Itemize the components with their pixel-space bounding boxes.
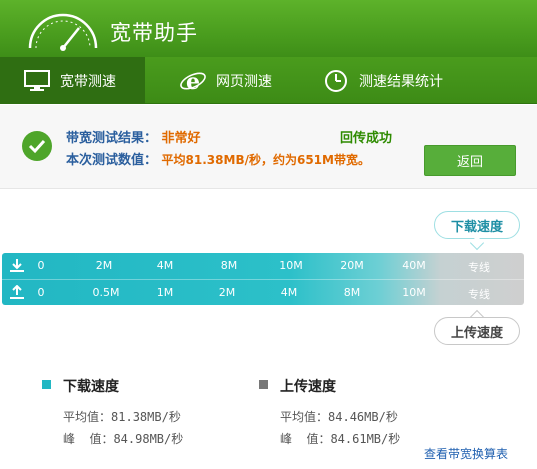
check-icon (22, 131, 52, 161)
download-avg: 平均值：81.38MB/秒 (63, 408, 181, 425)
tab-label: 宽带测速 (60, 73, 116, 90)
value-label: 本次测试数值： (66, 153, 158, 168)
clock-icon (321, 66, 351, 96)
download-scale-row: 0 2M 4M 8M 10M 20M 40M 专线 (2, 253, 524, 279)
upload-legend-swatch (259, 380, 268, 389)
upload-tick: 0.5M (92, 286, 120, 299)
download-tick: 8M (220, 259, 238, 272)
upload-tick: 1M (156, 286, 174, 299)
result-line-2: 本次测试数值： 平均81.38MB/秒，约为651M带宽。 (66, 149, 370, 168)
download-tick: 0 (37, 259, 45, 272)
peak-label: 峰 值： (280, 432, 331, 446)
ie-browser-icon: e (178, 66, 208, 96)
tab-speed-result-stats[interactable]: 测速结果统计 (321, 57, 443, 104)
avg-value: 84.46MB/秒 (328, 410, 398, 424)
speed-scale: 0 2M 4M 8M 10M 20M 40M 专线 0 0.5M 1M 2M 4… (2, 253, 524, 305)
upload-icon (10, 285, 24, 299)
download-icon (10, 259, 24, 272)
peak-value: 84.98MB/秒 (113, 432, 184, 446)
download-tick: 4M (156, 259, 174, 272)
result-line-1: 带宽测试结果： 非常好 (66, 127, 201, 146)
upload-tick: 8M (343, 286, 361, 299)
upload-speed-bubble: 上传速度 (434, 317, 520, 345)
download-speed-bubble: 下载速度 (434, 211, 520, 239)
download-tick: 20M (340, 259, 364, 272)
tab-web-speed-test[interactable]: e 网页测速 (178, 57, 272, 104)
download-tick: 专线 (468, 261, 490, 274)
bandwidth-conversion-link[interactable]: 查看带宽换算表 (424, 445, 508, 462)
main-nav: 宽带测速 e 网页测速 测速结果统计 (0, 57, 537, 104)
tab-label: 网页测速 (216, 73, 272, 90)
upload-peak: 峰 值：84.61MB/秒 (280, 430, 400, 447)
peak-label: 峰 值： (63, 432, 114, 446)
download-peak: 峰 值：84.98MB/秒 (63, 430, 183, 447)
upload-tick: 专线 (468, 288, 490, 301)
result-value: 平均81.38MB/秒，约为651M带宽。 (161, 153, 370, 167)
monitor-icon (22, 66, 52, 96)
download-tick: 10M (279, 259, 303, 272)
download-legend-swatch (42, 380, 51, 389)
peak-value: 84.61MB/秒 (330, 432, 401, 446)
upload-tick: 0 (37, 286, 45, 299)
upload-status: 回传成功 (340, 131, 393, 146)
upload-scale-row: 0 0.5M 1M 2M 4M 8M 10M 专线 (2, 279, 524, 305)
result-label: 带宽测试结果： (66, 131, 158, 146)
result-rating: 非常好 (161, 131, 201, 146)
upload-avg: 平均值：84.46MB/秒 (280, 408, 398, 425)
download-tick: 40M (402, 259, 426, 272)
upload-tick: 4M (280, 286, 298, 299)
upload-tick: 10M (402, 286, 426, 299)
tab-label: 测速结果统计 (359, 73, 443, 90)
upload-tick: 2M (218, 286, 236, 299)
avg-value: 81.38MB/秒 (111, 410, 181, 424)
app-header: 宽带助手 (0, 0, 537, 57)
avg-label: 平均值： (280, 410, 329, 424)
avg-label: 平均值： (63, 410, 112, 424)
app-title: 宽带助手 (110, 21, 198, 45)
upload-stats-title: 上传速度 (280, 379, 336, 395)
download-stats-title: 下载速度 (63, 379, 119, 395)
speedometer-icon (28, 13, 98, 51)
result-panel: 带宽测试结果： 非常好 回传成功 本次测试数值： 平均81.38MB/秒，约为6… (0, 105, 537, 189)
tab-broadband-speed-test[interactable]: 宽带测速 (0, 57, 145, 104)
back-button[interactable]: 返回 (424, 145, 516, 176)
download-tick: 2M (95, 259, 113, 272)
